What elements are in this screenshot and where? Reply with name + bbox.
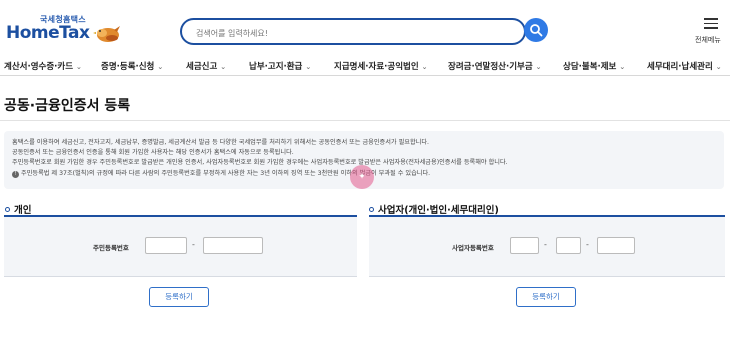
chevron-down-icon: ⌄ [715, 63, 722, 71]
chevron-down-icon: ⌄ [305, 63, 312, 71]
nav-item-label: 증명·등록·신청 [101, 62, 155, 72]
info-line-1: 홈택스를 이용하여 세금신고, 전자고지, 세금납부, 증명발급, 세금계산서 … [12, 139, 430, 146]
nav-item-statements[interactable]: 지급명세·자료·공익법인 ⌄ [334, 60, 428, 72]
business-number-dash-1: - [544, 240, 547, 249]
all-menu-button[interactable]: 전체메뉴 [694, 16, 728, 46]
personal-section-title: 개인 [5, 202, 31, 216]
logo-title: HomeTax [6, 23, 90, 43]
business-number-third-input[interactable] [597, 237, 635, 254]
chevron-down-icon: ⌄ [76, 63, 82, 71]
all-menu-label: 전체메뉴 [695, 36, 721, 44]
nav-item-tax-agent[interactable]: 세무대리·납세관리 ⌄ [647, 60, 722, 72]
business-register-button[interactable]: 등록하기 [516, 287, 576, 307]
business-number-second-input[interactable] [556, 237, 581, 254]
resident-number-first-input[interactable] [145, 237, 187, 254]
resident-number-dash: - [192, 240, 195, 249]
hometax-logo[interactable]: 국세청홈택스 HomeTax [4, 14, 124, 50]
search-icon [530, 24, 543, 37]
chevron-down-icon: ⌄ [535, 63, 542, 71]
business-panel [369, 217, 725, 277]
business-number-dash-2: - [586, 240, 589, 249]
page-title: 공동·금융인증서 등록 [4, 98, 131, 114]
hamburger-icon [704, 18, 718, 32]
logo-mascot-icon [93, 26, 120, 42]
info-line-2: 공동인증서 또는 금융인증서 인증을 통해 회원 가입한 사용자는 해당 인증서… [12, 149, 294, 157]
nav-item-label: 세금신고 [186, 62, 218, 72]
bullet-icon [5, 207, 10, 212]
business-number-first-input[interactable] [510, 237, 539, 254]
nav-item-certificates[interactable]: 증명·등록·신청 ⌄ [101, 60, 163, 72]
search-button[interactable] [524, 18, 548, 42]
bullet-icon [369, 207, 374, 212]
nav-item-label: 납부·고지·환급 [249, 62, 303, 72]
chevron-down-icon: ⌄ [157, 63, 164, 71]
personal-register-button[interactable]: 등록하기 [149, 287, 209, 307]
business-section-title: 사업자(개인·법인·세무대리인) [369, 202, 499, 216]
search-box [180, 18, 526, 45]
nav-item-tax-filing[interactable]: 세금신고 ⌄ [186, 60, 226, 72]
nav-item-label: 상담·불복·제보 [563, 62, 617, 72]
nav-item-label: 세무대리·납세관리 [647, 62, 713, 72]
nav-item-incentives[interactable]: 장려금·연말정산·기부금 ⌄ [448, 60, 542, 72]
chevron-down-icon: ⌄ [220, 63, 227, 71]
nav-item-receipts[interactable]: 계산서·영수증·카드 ⌄ [4, 60, 82, 72]
search-input[interactable] [196, 25, 516, 41]
main-nav: 계산서·영수증·카드 ⌄ 증명·등록·신청 ⌄ 세금신고 ⌄ 납부·고지·환급 ⌄ 지급… [0, 58, 730, 76]
resident-number-second-input[interactable] [203, 237, 263, 254]
watermark-icon: ✦ [350, 165, 374, 189]
resident-number-label: 주민등록번호 [93, 244, 129, 252]
nav-item-label: 장려금·연말정산·기부금 [448, 62, 533, 72]
search-bar [180, 18, 548, 46]
nav-item-label: 계산서·영수증·카드 [4, 62, 74, 72]
nav-item-payment[interactable]: 납부·고지·환급 ⌄ [249, 60, 311, 72]
nav-item-label: 지급명세·자료·공익법인 [334, 62, 419, 72]
nav-item-consulting[interactable]: 상담·불복·제보 ⌄ [563, 60, 625, 72]
chevron-down-icon: ⌄ [619, 63, 626, 71]
business-number-label: 사업자등록번호 [452, 244, 494, 252]
title-divider [0, 120, 730, 121]
warning-icon: ! [12, 170, 19, 178]
chevron-down-icon: ⌄ [421, 63, 428, 71]
header: 국세청홈택스 HomeTax 전체메뉴 [0, 0, 730, 58]
